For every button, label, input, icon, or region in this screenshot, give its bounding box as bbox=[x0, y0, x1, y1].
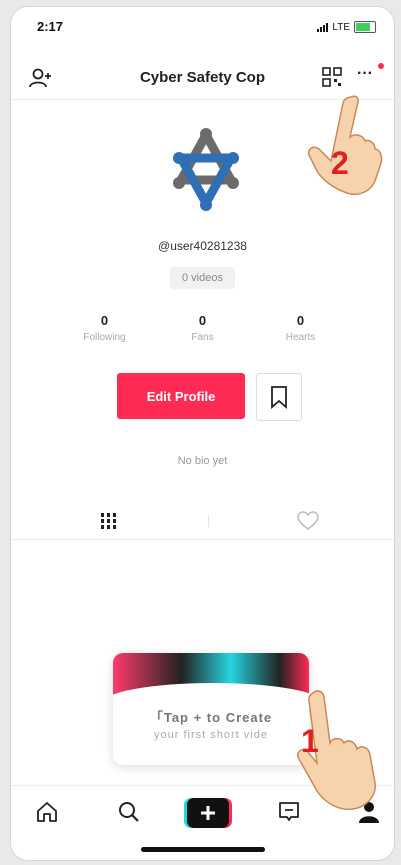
network-label: LTE bbox=[332, 21, 350, 33]
signal-icon bbox=[317, 22, 329, 32]
stat-value: 0 bbox=[296, 313, 305, 328]
step-1-label: 1 bbox=[301, 723, 319, 759]
bookmark-icon bbox=[271, 386, 287, 409]
username: @user40281238 bbox=[158, 239, 247, 253]
battery-icon bbox=[354, 21, 376, 33]
create-plus-icon[interactable] bbox=[184, 798, 232, 828]
notification-dot bbox=[378, 63, 384, 69]
tooltip-title: 「Tap + to Create bbox=[149, 710, 273, 725]
tabs-divider bbox=[11, 539, 394, 540]
stat-label: Following bbox=[83, 332, 126, 343]
status-time: 2:17 bbox=[37, 19, 64, 34]
logo-shape bbox=[173, 128, 239, 211]
profile-stats: 0 Following 0 Fans 0 Hearts bbox=[11, 313, 394, 343]
pointing-hand-icon bbox=[307, 95, 383, 195]
home-indicator bbox=[141, 847, 265, 852]
heart-icon[interactable] bbox=[297, 511, 319, 531]
status-bar: 2:17 LTE bbox=[11, 19, 394, 39]
edit-profile-button[interactable]: Edit Profile bbox=[117, 373, 245, 419]
stat-value: 0 bbox=[198, 313, 207, 328]
stat-following[interactable]: 0 Following bbox=[56, 313, 154, 343]
content-tabs bbox=[11, 507, 394, 537]
create-tooltip[interactable]: 「Tap + to Create your first short vide bbox=[113, 653, 309, 765]
step-2-label: 2 bbox=[331, 145, 349, 181]
grid-icon[interactable] bbox=[99, 511, 119, 531]
stat-value: 0 bbox=[100, 313, 109, 328]
profile-avatar[interactable] bbox=[161, 125, 251, 215]
pointing-hand-icon bbox=[296, 690, 376, 811]
more-icon[interactable]: ··· bbox=[354, 66, 376, 87]
stat-label: Fans bbox=[191, 332, 214, 343]
stat-label: Hearts bbox=[285, 332, 316, 343]
bookmark-button[interactable] bbox=[256, 373, 302, 421]
bio-text: No bio yet bbox=[177, 455, 228, 467]
search-icon[interactable] bbox=[117, 800, 141, 824]
phone-screen: 2:17 LTE Cyber Safety Cop ··· @user40281… bbox=[10, 6, 395, 861]
tooltip-subtitle: your first short vide bbox=[154, 729, 268, 741]
videos-count: 0 videos bbox=[11, 267, 394, 289]
qr-code-icon[interactable] bbox=[322, 67, 342, 87]
stat-fans[interactable]: 0 Fans bbox=[154, 313, 252, 343]
tab-divider bbox=[208, 515, 209, 527]
status-icons: LTE bbox=[317, 21, 376, 33]
videos-badge: 0 videos bbox=[170, 267, 235, 289]
home-icon[interactable] bbox=[35, 800, 59, 824]
stat-hearts[interactable]: 0 Hearts bbox=[252, 313, 350, 343]
